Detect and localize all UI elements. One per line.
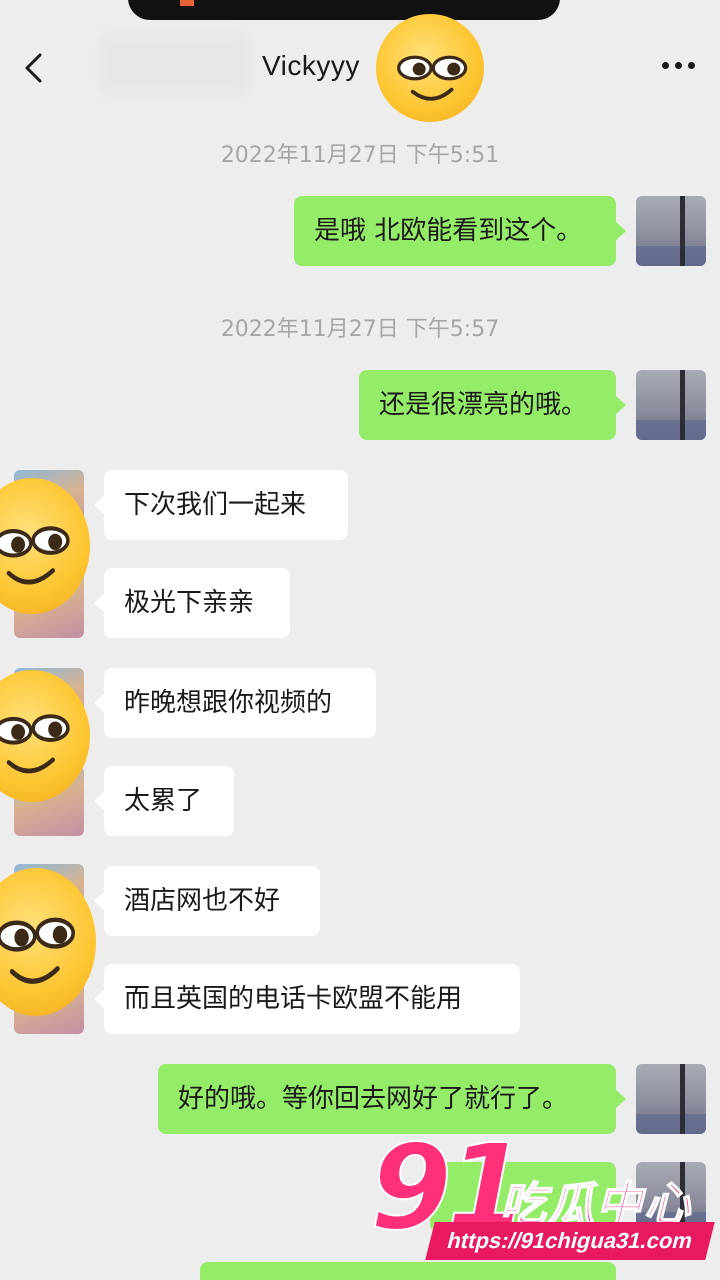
notification-indicator: [180, 0, 194, 6]
blurred-region: [100, 34, 250, 94]
emoji-face-sticker-icon: [0, 670, 90, 802]
my-avatar[interactable]: [636, 370, 706, 440]
message-bubble-outgoing[interactable]: 是哦 北欧能看到这个。: [294, 196, 626, 266]
chat-title[interactable]: Vickyyy: [262, 50, 360, 82]
message-bubble-incoming[interactable]: 昨晚想跟你视频的: [94, 668, 376, 738]
status-bar-notch: [128, 0, 560, 20]
my-avatar[interactable]: [636, 196, 706, 266]
emoji-face-sticker-icon: [376, 14, 484, 122]
message-bubble-incoming[interactable]: 极光下亲亲: [94, 568, 290, 638]
chat-header: Vickyyy: [0, 20, 720, 116]
message-bubble-outgoing[interactable]: 还是很漂亮的哦。: [359, 370, 626, 440]
message-bubble-incoming[interactable]: 太累了: [94, 766, 234, 836]
emoji-face-sticker-icon: [0, 478, 90, 614]
chevron-left-icon[interactable]: [22, 52, 46, 84]
more-dots-icon[interactable]: [662, 62, 696, 72]
message-timestamp: 2022年11月27日 下午5:57: [220, 317, 500, 342]
message-bubble-incoming[interactable]: 酒店网也不好: [94, 866, 320, 936]
watermark-url: https://91chigua31.com: [425, 1222, 715, 1260]
site-watermark: 91 吃瓜中心 https://91chigua31.com: [366, 1117, 716, 1274]
message-bubble-incoming[interactable]: 而且英国的电话卡欧盟不能用: [94, 964, 520, 1034]
emoji-face-sticker-icon: [0, 868, 96, 1016]
message-bubble-incoming[interactable]: 下次我们一起来: [94, 470, 348, 540]
message-timestamp: 2022年11月27日 下午5:51: [220, 143, 500, 168]
